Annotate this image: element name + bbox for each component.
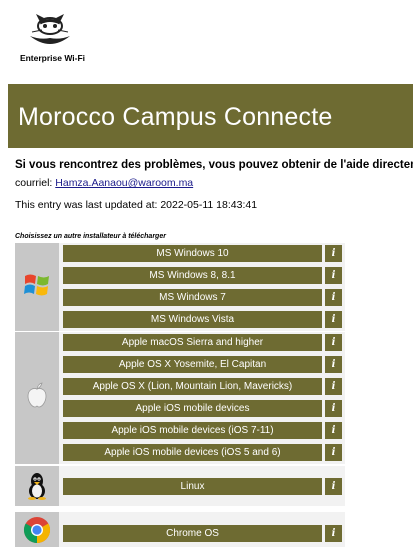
installer-ms-windows-7[interactable]: MS Windows 7: [63, 289, 322, 306]
installer-ms-windows-8[interactable]: MS Windows 8, 8.1: [63, 267, 322, 284]
installer-ms-windows-10[interactable]: MS Windows 10: [63, 245, 322, 262]
installer-group-linux: Linux i: [15, 466, 345, 506]
page-title: Morocco Campus Connecte: [18, 103, 333, 131]
info-button[interactable]: i: [325, 289, 342, 306]
linux-tux-icon: [15, 466, 59, 506]
info-button[interactable]: i: [325, 525, 342, 542]
windows-icon: [15, 243, 59, 331]
installer-apple-osx-lion[interactable]: Apple OS X (Lion, Mountain Lion, Maveric…: [63, 378, 322, 395]
installer-apple-osx-yosemite[interactable]: Apple OS X Yosemite, El Capitan: [63, 356, 322, 373]
installer-apple-ios-5-6[interactable]: Apple iOS mobile devices (iOS 5 and 6): [63, 444, 322, 461]
info-button[interactable]: i: [325, 245, 342, 262]
help-text: Si vous rencontrez des problèmes, vous p…: [15, 159, 413, 171]
installer-group-windows: MS Windows 10 i MS Windows 8, 8.1 i MS W…: [15, 243, 345, 331]
last-updated-text: This entry was last updated at: 2022-05-…: [15, 199, 258, 211]
installer-group-chrome-os: Chrome OS i: [15, 512, 345, 547]
installer-ms-windows-vista[interactable]: MS Windows Vista: [63, 311, 322, 328]
email-label: courriel:: [15, 177, 56, 189]
installer-linux[interactable]: Linux: [63, 478, 322, 495]
installer-chrome-os[interactable]: Chrome OS: [63, 525, 322, 542]
installer-apple-ios-7-11[interactable]: Apple iOS mobile devices (iOS 7-11): [63, 422, 322, 439]
info-button[interactable]: i: [325, 478, 342, 495]
installer-apple-ios[interactable]: Apple iOS mobile devices: [63, 400, 322, 417]
page-banner: Morocco Campus Connecte: [8, 84, 413, 148]
installers-heading: Choisissez un autre installateur à téléc…: [15, 233, 166, 240]
chrome-icon: [15, 512, 59, 547]
email-link[interactable]: Hamza.Aanaou@waroom.ma: [55, 177, 193, 189]
cat-mascot-icon: [26, 8, 74, 52]
info-button[interactable]: i: [325, 356, 342, 373]
info-button[interactable]: i: [325, 378, 342, 395]
info-button[interactable]: i: [325, 334, 342, 351]
info-button[interactable]: i: [325, 400, 342, 417]
info-button[interactable]: i: [325, 267, 342, 284]
installer-apple-macos-sierra[interactable]: Apple macOS Sierra and higher: [63, 334, 322, 351]
info-button[interactable]: i: [325, 444, 342, 461]
apple-icon: [15, 332, 59, 464]
email-line: courriel: Hamza.Aanaou@waroom.ma: [15, 177, 193, 189]
installer-group-apple: Apple macOS Sierra and higher i Apple OS…: [15, 332, 345, 464]
info-button[interactable]: i: [325, 311, 342, 328]
info-button[interactable]: i: [325, 422, 342, 439]
logo-text: Enterprise Wi-Fi: [19, 53, 86, 63]
